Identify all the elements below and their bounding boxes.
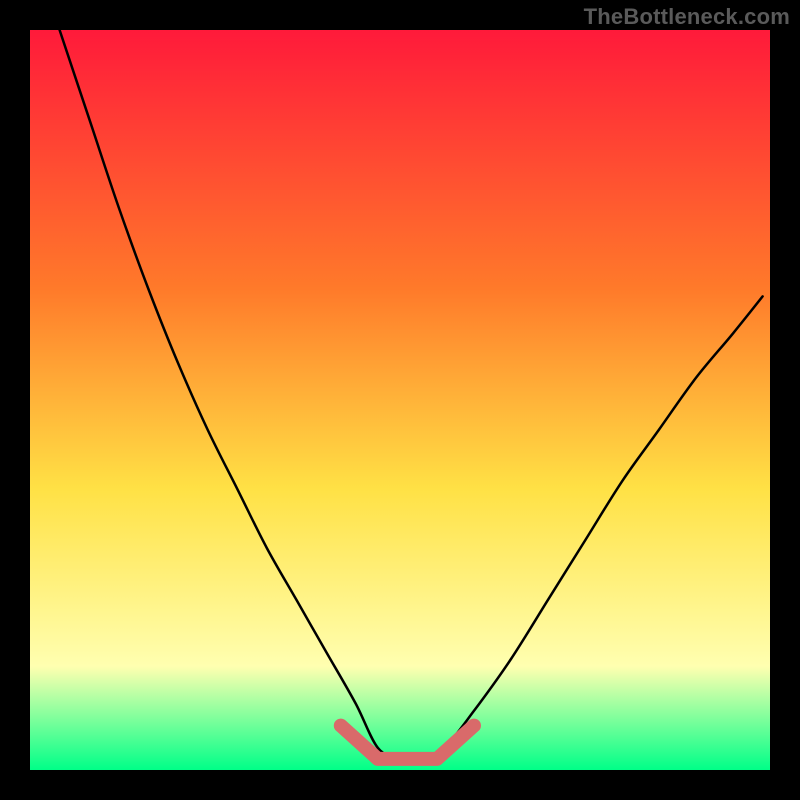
frame-right (770, 0, 800, 800)
frame-left (0, 0, 30, 800)
bottleneck-chart (0, 0, 800, 800)
watermark-text: TheBottleneck.com (584, 4, 790, 30)
frame-bottom (0, 770, 800, 800)
gradient-background (30, 30, 770, 770)
chart-frame: { "watermark": "TheBottleneck.com", "col… (0, 0, 800, 800)
